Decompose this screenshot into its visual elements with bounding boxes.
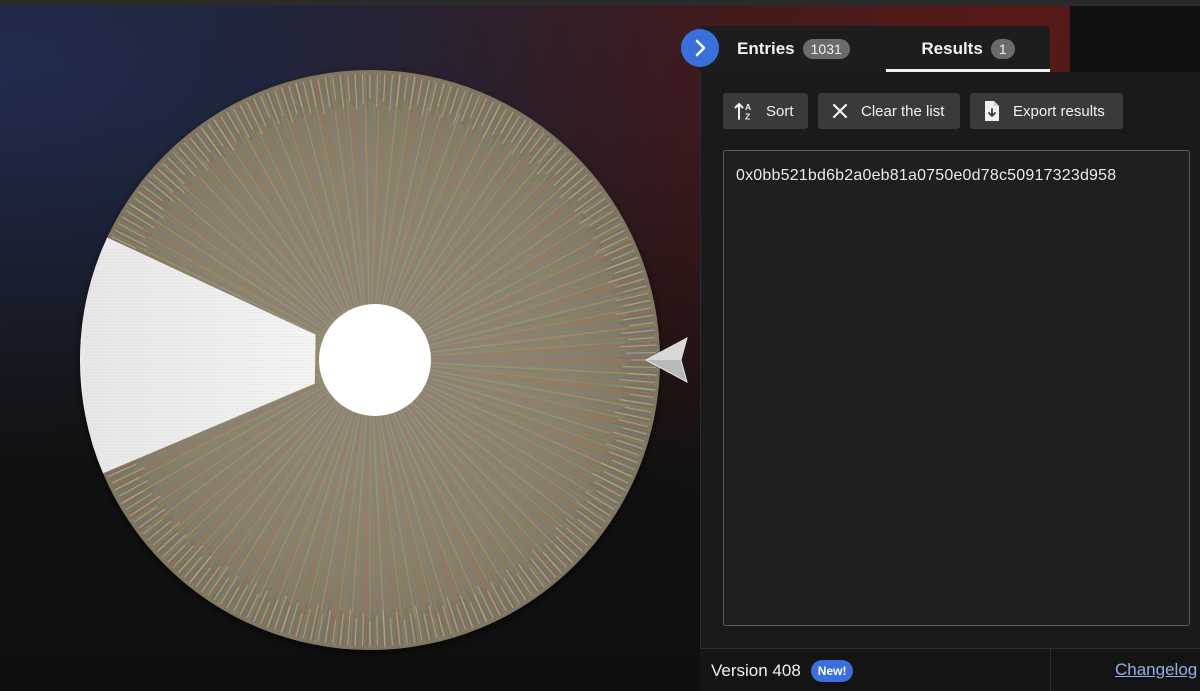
wheel-graphic[interactable] <box>60 60 700 660</box>
window-top-strip <box>0 0 1200 6</box>
tab-entries[interactable]: Entries 1031 <box>737 26 850 72</box>
tab-results-label: Results <box>921 39 983 58</box>
results-textarea[interactable]: 0x0bb521bd6b2a0eb81a0750e0d78c50917323d9… <box>723 150 1190 626</box>
version-label: Version 408 <box>711 661 801 680</box>
wheel-ring-tick <box>364 615 367 646</box>
panel-footer: Version 408 New! Changelog <box>700 648 1200 691</box>
wheel-ring-tick <box>373 74 376 105</box>
spin-wheel[interactable] <box>60 60 700 660</box>
entries-count-badge: 1031 <box>802 39 850 59</box>
clear-list-button[interactable]: Clear the list <box>818 93 960 129</box>
export-results-button[interactable]: Export results <box>970 93 1123 129</box>
tab-results[interactable]: Results 1 <box>886 26 1050 72</box>
footer-divider <box>1050 649 1051 691</box>
svg-text:Z: Z <box>745 112 750 122</box>
panel-tabs: Entries 1031 Results 1 <box>700 26 1050 72</box>
results-panel: A Z Sort Clear the list Export results 0… <box>700 72 1200 652</box>
close-icon <box>829 100 851 122</box>
tab-entries-label: Entries <box>737 39 795 58</box>
version-info: Version 408 New! <box>711 660 854 682</box>
sort-button[interactable]: A Z Sort <box>723 93 808 129</box>
wheel-ring-tick <box>373 612 376 646</box>
results-toolbar: A Z Sort Clear the list Export results <box>723 93 1123 129</box>
result-entry: 0x0bb521bd6b2a0eb81a0750e0d78c50917323d9… <box>736 167 1117 184</box>
svg-text:A: A <box>745 102 751 112</box>
file-download-icon <box>981 100 1003 122</box>
app-stage: Entries 1031 Results 1 A Z Sort Clear th… <box>0 0 1200 691</box>
header-right-area <box>1070 6 1200 72</box>
wheel-ring-tick <box>622 354 656 357</box>
changelog-link[interactable]: Changelog <box>1115 660 1197 680</box>
collapse-panel-button[interactable] <box>681 29 719 67</box>
export-results-label: Export results <box>1013 102 1105 120</box>
clear-list-label: Clear the list <box>861 102 945 120</box>
results-count-badge: 1 <box>990 39 1015 59</box>
new-badge[interactable]: New! <box>810 660 854 682</box>
sort-az-icon: A Z <box>734 100 756 122</box>
sort-button-label: Sort <box>766 102 794 120</box>
wheel-ring-tick <box>625 363 656 366</box>
wheel-ring-tick <box>364 74 367 108</box>
wheel-center-hub[interactable] <box>319 304 431 416</box>
chevron-right-icon <box>695 39 706 57</box>
